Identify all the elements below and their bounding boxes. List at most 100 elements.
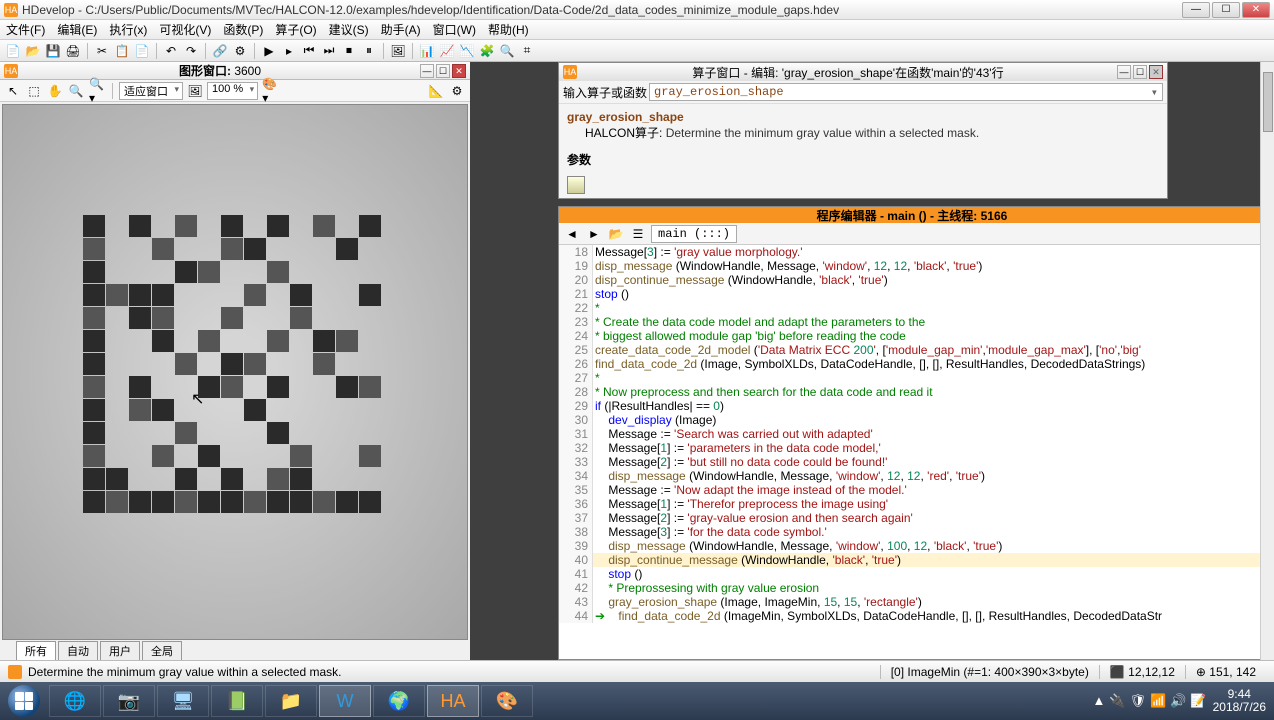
graphics-tab[interactable]: 全局 <box>142 641 182 660</box>
operator-close-button[interactable]: ✕ <box>1149 65 1163 79</box>
graphics-tab[interactable]: 所有 <box>16 641 56 660</box>
code-line[interactable]: 37 Message[2] := 'gray-value erosion and… <box>559 511 1265 525</box>
tray-clock[interactable]: 9:44 2018/7/26 <box>1213 688 1266 714</box>
taskbar-app[interactable]: 📗 <box>211 685 263 717</box>
taskbar-app[interactable]: 🌐 <box>49 685 101 717</box>
nav-list-icon[interactable]: ☰ <box>629 225 647 243</box>
code-line[interactable]: 18Message[3] := 'gray value morphology.' <box>559 245 1265 259</box>
code-line[interactable]: 38 Message[3] := 'for the data code symb… <box>559 525 1265 539</box>
code-line[interactable]: 40 disp_continue_message (WindowHandle, … <box>559 553 1265 567</box>
settings-icon[interactable]: ⚙ <box>448 82 466 100</box>
taskbar-app[interactable]: 📁 <box>265 685 317 717</box>
menu-item[interactable]: 执行(x) <box>103 19 153 40</box>
tray-icon[interactable]: 📝 <box>1190 693 1206 709</box>
axis-icon[interactable]: 📐 <box>427 82 445 100</box>
code-line[interactable]: 41 stop () <box>559 567 1265 581</box>
code-line[interactable]: 43 gray_erosion_shape (Image, ImageMin, … <box>559 595 1265 609</box>
menu-item[interactable]: 算子(O) <box>269 19 322 40</box>
toolbar-button[interactable]: ↷ <box>182 42 200 60</box>
toolbar-button[interactable]: ⌗ <box>518 42 536 60</box>
code-line[interactable]: 22* <box>559 301 1265 315</box>
code-line[interactable]: 34 disp_message (WindowHandle, Message, … <box>559 469 1265 483</box>
toolbar-button[interactable]: ⚙ <box>231 42 249 60</box>
code-line[interactable]: 23* Create the data code model and adapt… <box>559 315 1265 329</box>
pointer-tool-icon[interactable]: ↖ <box>4 82 22 100</box>
code-line[interactable]: 26find_data_code_2d (Image, SymbolXLDs, … <box>559 357 1265 371</box>
menu-item[interactable]: 文件(F) <box>0 19 51 40</box>
nav-back-button[interactable]: ◄ <box>563 225 581 243</box>
graphics-tab[interactable]: 自动 <box>58 641 98 660</box>
vertical-scrollbar[interactable] <box>1260 62 1274 660</box>
code-line[interactable]: 42 * Preprossesing with gray value erosi… <box>559 581 1265 595</box>
toolbar-button[interactable]: 🖼 <box>389 42 407 60</box>
nav-folder-icon[interactable]: 📂 <box>607 225 625 243</box>
toolbar-button[interactable]: ▶ <box>260 42 278 60</box>
taskbar-app[interactable]: 📷 <box>103 685 155 717</box>
code-line[interactable]: 25create_data_code_2d_model ('Data Matri… <box>559 343 1265 357</box>
graphics-tab[interactable]: 用户 <box>100 641 140 660</box>
select-tool-icon[interactable]: ⬚ <box>25 82 43 100</box>
toolbar-button[interactable]: 🧩 <box>478 42 496 60</box>
code-line[interactable]: 29if (|ResultHandles| == 0) <box>559 399 1265 413</box>
menu-item[interactable]: 助手(A) <box>375 19 427 40</box>
graphics-maximize-button[interactable]: ☐ <box>436 64 450 78</box>
menu-item[interactable]: 帮助(H) <box>482 19 535 40</box>
toolbar-button[interactable]: ⏮ <box>300 42 318 60</box>
window-maximize-button[interactable]: ☐ <box>1212 2 1240 18</box>
code-line[interactable]: 39 disp_message (WindowHandle, Message, … <box>559 539 1265 553</box>
toolbar-button[interactable]: ✂ <box>93 42 111 60</box>
toolbar-button[interactable]: 📄 <box>133 42 151 60</box>
tray-icon[interactable]: 🔌 <box>1109 693 1125 709</box>
graphics-canvas[interactable]: ↖ <box>2 104 468 640</box>
graphics-minimize-button[interactable]: — <box>420 64 434 78</box>
operator-minimize-button[interactable]: — <box>1117 65 1131 79</box>
menu-item[interactable]: 函数(P) <box>217 19 269 40</box>
graphics-close-button[interactable]: ✕ <box>452 64 466 78</box>
tray-icon[interactable]: 🛡 <box>1130 693 1147 709</box>
operator-maximize-button[interactable]: ☐ <box>1133 65 1147 79</box>
taskbar-app[interactable]: HA <box>427 685 479 717</box>
code-line[interactable]: 32 Message[1] := 'parameters in the data… <box>559 441 1265 455</box>
toolbar-button[interactable]: 🔗 <box>211 42 229 60</box>
toolbar-button[interactable]: 📄 <box>4 42 22 60</box>
window-minimize-button[interactable]: — <box>1182 2 1210 18</box>
toolbar-button[interactable]: 📈 <box>438 42 456 60</box>
menu-item[interactable]: 建议(S) <box>323 19 375 40</box>
zoom-tool-icon[interactable]: 🔍 <box>67 82 85 100</box>
menu-item[interactable]: 编辑(E) <box>51 19 103 40</box>
scrollbar-thumb[interactable] <box>1263 72 1273 132</box>
taskbar-app[interactable]: 🌍 <box>373 685 425 717</box>
color-tool-icon[interactable]: 🎨▾ <box>261 82 279 100</box>
taskbar-app[interactable]: 🎨 <box>481 685 533 717</box>
toolbar-button[interactable]: 📊 <box>418 42 436 60</box>
code-area[interactable]: 18Message[3] := 'gray value morphology.'… <box>559 245 1265 659</box>
code-line[interactable]: 30 dev_display (Image) <box>559 413 1265 427</box>
taskbar-app[interactable]: W <box>319 685 371 717</box>
window-close-button[interactable]: ✕ <box>1242 2 1270 18</box>
tray-icon[interactable]: 🔊 <box>1170 693 1186 709</box>
toolbar-button[interactable]: ⏭ <box>320 42 338 60</box>
fit-mode-combo[interactable]: 适应窗口 <box>119 82 183 100</box>
nav-forward-button[interactable]: ► <box>585 225 603 243</box>
editor-location[interactable]: main (:::) <box>651 225 737 243</box>
code-line[interactable]: 31 Message := 'Search was carried out wi… <box>559 427 1265 441</box>
pan-tool-icon[interactable]: ✋ <box>46 82 64 100</box>
tray-icon[interactable]: ▲ <box>1092 693 1105 709</box>
toolbar-button[interactable]: ▸ <box>280 42 298 60</box>
code-line[interactable]: 28* Now preprocess and then search for t… <box>559 385 1265 399</box>
zoom-level-combo[interactable]: 100 % <box>207 82 258 100</box>
image-icon[interactable]: 🖼 <box>186 82 204 100</box>
menu-item[interactable]: 可视化(V) <box>153 19 217 40</box>
code-line[interactable]: 20disp_continue_message (WindowHandle, '… <box>559 273 1265 287</box>
code-line[interactable]: 33 Message[2] := 'but still no data code… <box>559 455 1265 469</box>
code-line[interactable]: 44➔ find_data_code_2d (ImageMin, SymbolX… <box>559 609 1265 623</box>
toolbar-button[interactable]: 📋 <box>113 42 131 60</box>
code-line[interactable]: 36 Message[1] := 'Therefor preprocess th… <box>559 497 1265 511</box>
toolbar-button[interactable]: 🖨 <box>64 42 82 60</box>
start-button[interactable] <box>0 682 48 720</box>
code-line[interactable]: 24* biggest allowed module gap 'big' bef… <box>559 329 1265 343</box>
toolbar-button[interactable]: ↶ <box>162 42 180 60</box>
tray-icon[interactable]: 📶 <box>1150 693 1166 709</box>
code-line[interactable]: 27* <box>559 371 1265 385</box>
operator-input-combo[interactable]: gray_erosion_shape <box>649 83 1163 101</box>
